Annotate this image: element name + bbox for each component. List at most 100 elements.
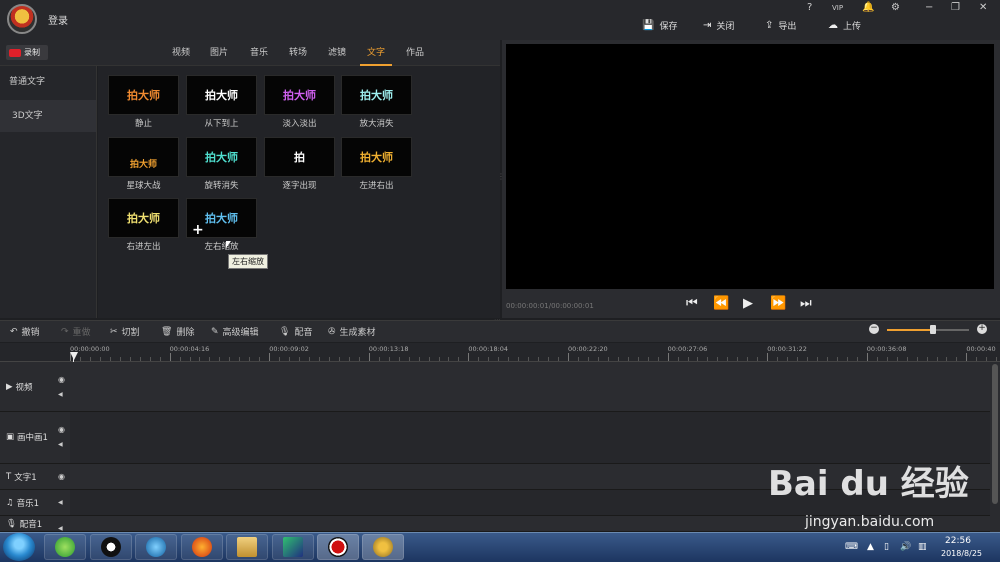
taskbar-app[interactable] (181, 534, 223, 560)
play-button[interactable]: ▶ (743, 296, 753, 311)
show-hidden-icons-icon[interactable]: ▲ (867, 542, 874, 552)
minimize-icon[interactable]: − (925, 2, 933, 13)
effect-thumbnail[interactable]: 拍大师 (108, 198, 179, 238)
ruler-minor-tick (289, 357, 291, 361)
sidebar-item-plain-text[interactable]: 普通文字 (0, 66, 96, 98)
visibility-eye-icon[interactable]: ◉ (58, 375, 65, 384)
speaker-icon[interactable]: ◀ (58, 499, 63, 506)
tab-image[interactable]: 图片 (204, 40, 234, 66)
effect-thumbnail[interactable]: 拍大师 (186, 75, 257, 115)
track-label: 文字1 (14, 473, 37, 483)
undo-button[interactable]: ↶ 撤销 (10, 325, 40, 339)
effect-label: 左右缩放 (204, 242, 239, 252)
taskbar-app[interactable] (362, 534, 404, 560)
export-button[interactable]: ⇪ 导出 (765, 19, 796, 32)
tab-text[interactable]: 文字 (360, 40, 392, 66)
tab-filter[interactable]: 滤镜 (322, 40, 352, 66)
ruler-minor-tick (249, 357, 251, 361)
start-button[interactable] (3, 533, 35, 561)
taskbar-app[interactable] (226, 534, 268, 560)
step-forward-button[interactable]: ⏩ (770, 296, 786, 311)
taskbar-app[interactable] (135, 534, 177, 560)
tab-video[interactable]: 视频 (166, 40, 196, 66)
taskbar-app[interactable] (317, 534, 359, 560)
help-icon[interactable]: ? (807, 2, 812, 13)
effect-thumbnail[interactable]: 拍大师 (341, 137, 412, 177)
effect-thumbnail[interactable]: 拍大师 (264, 75, 335, 115)
volume-icon[interactable]: 🔊 (900, 542, 911, 552)
ruler-minor-tick (757, 357, 759, 361)
effect-thumbnail[interactable]: 拍 (264, 137, 335, 177)
device-icon[interactable]: ▯ (884, 542, 889, 552)
trash-icon: 🗑 (161, 326, 173, 337)
clock-time[interactable]: 22:56 (945, 536, 971, 546)
tab-works[interactable]: 作品 (400, 40, 430, 66)
gear-icon[interactable]: ⚙ (891, 2, 900, 13)
ruler-minor-tick (558, 357, 560, 361)
speaker-icon[interactable]: ◀ (58, 391, 63, 398)
zoom-slider-handle[interactable] (929, 325, 936, 334)
zoom-out-button[interactable]: − (869, 324, 879, 334)
ruler-minor-tick (906, 357, 908, 361)
vip-icon[interactable]: VIP (832, 4, 843, 12)
ruler-major-tick (169, 353, 171, 361)
track-name: 🎙 配音1 (6, 518, 42, 530)
track-label: 画中画1 (17, 433, 48, 443)
visibility-eye-icon[interactable]: ◉ (58, 472, 65, 481)
sidebar-item-3d-text[interactable]: 3D文字 (0, 100, 96, 132)
ruler-tick-label: 00:00:04:16 (169, 345, 210, 353)
ruler-minor-tick (976, 357, 978, 361)
microphone-button[interactable]: 🎙 配音 (279, 325, 312, 339)
restore-icon[interactable]: ❐ (951, 2, 960, 13)
speaker-icon[interactable]: ◀ (58, 525, 63, 532)
clock-date[interactable]: 2018/8/25 (941, 549, 982, 558)
effect-label: 淡入淡出 (282, 119, 317, 129)
effect-thumbnail[interactable]: 拍大师 (108, 75, 179, 115)
effect-thumbnail[interactable]: 拍大师 (108, 137, 179, 177)
pencil-button[interactable]: ✎ 高级编辑 (211, 325, 259, 339)
effect-thumbnail[interactable]: 拍大师 (186, 137, 257, 177)
taskbar-app[interactable] (90, 534, 132, 560)
taskbar-app[interactable] (272, 534, 314, 560)
login-link[interactable]: 登录 (48, 12, 68, 27)
tooltip: 左右缩放 (228, 254, 268, 269)
ruler-minor-tick (607, 357, 609, 361)
upload-button[interactable]: ☁ 上传 (828, 19, 861, 32)
film-reel-button[interactable]: ✇ 生成素材 (328, 325, 376, 339)
toolbar-label: 生成素材 (339, 328, 376, 338)
scissors-button[interactable]: ✂ 切割 (110, 325, 140, 339)
timeline-scroll-thumb[interactable] (992, 364, 998, 504)
ruler-minor-tick (916, 357, 918, 361)
tab-transition[interactable]: 转场 (283, 40, 313, 66)
track-lane[interactable] (70, 362, 990, 412)
save-button[interactable]: 💾 保存 (642, 19, 677, 32)
speaker-icon[interactable]: ◀ (58, 441, 63, 448)
user-avatar[interactable] (7, 4, 37, 34)
taskbar-app[interactable] (44, 534, 86, 560)
playhead[interactable] (70, 352, 78, 360)
close-door-icon: ⇥ (703, 20, 712, 31)
redo-button[interactable]: ↷ 重做 (61, 325, 91, 339)
ruler-minor-tick (209, 357, 211, 361)
step-back-button[interactable]: ⏪ (713, 296, 729, 311)
record-button[interactable]: 录制 (6, 45, 48, 60)
ruler-minor-tick (199, 357, 201, 361)
skip-end-button[interactable]: ⏭ (800, 296, 812, 311)
effect-label: 从下到上 (204, 119, 239, 129)
ruler-major-tick (269, 353, 271, 361)
effect-thumbnail[interactable]: 拍大师 (341, 75, 412, 115)
tab-music[interactable]: 音乐 (244, 40, 274, 66)
ruler-minor-tick (597, 357, 599, 361)
keyboard-icon[interactable]: ⌨ (845, 542, 858, 552)
zoom-in-button[interactable]: + (977, 324, 987, 334)
preview-screen[interactable] (506, 44, 994, 289)
trash-button[interactable]: 🗑 删除 (161, 325, 194, 339)
network-icon[interactable]: ▥ (918, 542, 927, 552)
close-window-icon[interactable]: ✕ (979, 2, 987, 13)
skip-start-button[interactable]: ⏮ (686, 296, 698, 311)
close-button[interactable]: ⇥ 关闭 (703, 19, 734, 32)
visibility-eye-icon[interactable]: ◉ (58, 425, 65, 434)
ruler-minor-tick (79, 357, 81, 361)
bell-icon[interactable]: 🔔 (862, 2, 874, 13)
timeline-ruler[interactable]: 00:00:00:00 00:00:04:16 00:00:09:02 00:00:1… (70, 343, 1000, 362)
